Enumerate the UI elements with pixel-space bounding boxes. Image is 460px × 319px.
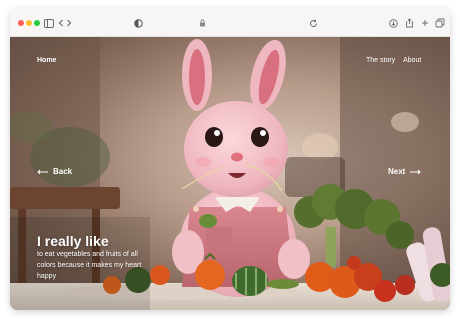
forward-icon[interactable] (63, 17, 75, 29)
back-button[interactable]: Back (37, 167, 72, 176)
minimize-window-button[interactable] (26, 20, 32, 26)
nav-story-link[interactable]: The story (366, 57, 395, 64)
nav-home-link[interactable]: Home (37, 57, 56, 64)
browser-toolbar (10, 8, 450, 37)
tabs-icon[interactable] (434, 17, 446, 29)
download-icon[interactable] (387, 17, 399, 29)
theme-icon[interactable] (132, 17, 144, 29)
sidebar-icon[interactable] (43, 17, 55, 29)
close-window-button[interactable] (18, 20, 24, 26)
next-button[interactable]: Next (388, 167, 422, 176)
hero-section: Home The story About Back Next I really … (10, 37, 450, 310)
add-tab-icon[interactable] (419, 17, 431, 29)
arrow-right-icon (410, 169, 422, 174)
hero-headline: I really like (37, 233, 109, 249)
back-label: Back (53, 167, 73, 176)
lock-icon (196, 17, 208, 29)
reload-icon[interactable] (307, 17, 319, 29)
hero-body-text: to eat vegetables and fruits of all colo… (37, 251, 142, 280)
maximize-window-button[interactable] (34, 20, 40, 26)
next-label: Next (388, 167, 406, 176)
nav-about-link[interactable]: About (403, 57, 421, 64)
share-icon[interactable] (403, 17, 415, 29)
browser-window: Home The story About Back Next I really … (10, 8, 450, 310)
arrow-left-icon (37, 169, 48, 174)
